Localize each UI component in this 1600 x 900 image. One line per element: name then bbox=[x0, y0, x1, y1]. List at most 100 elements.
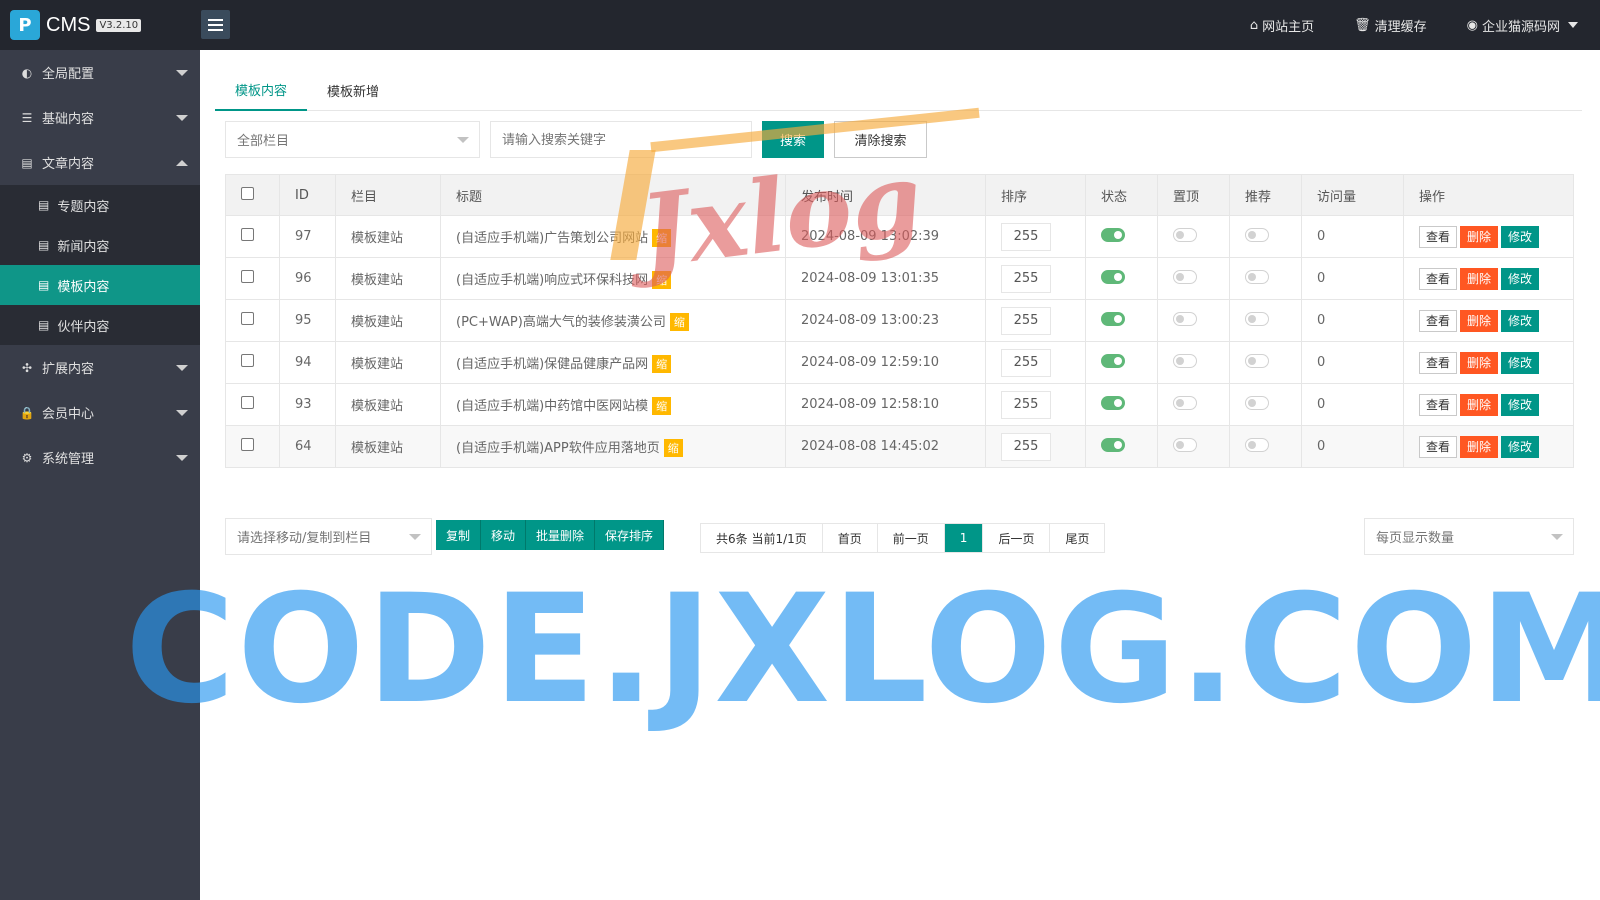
sidebar-group-basic-content[interactable]: ☰ 基础内容 bbox=[0, 95, 200, 140]
top-toggle[interactable] bbox=[1173, 395, 1197, 410]
sidebar-item-news[interactable]: ▤ 新闻内容 bbox=[0, 225, 200, 265]
select-all-checkbox[interactable] bbox=[241, 186, 254, 200]
edit-button[interactable]: 修改 bbox=[1501, 351, 1540, 374]
top-toggle[interactable] bbox=[1173, 353, 1197, 368]
logo[interactable]: P CMS V3.2.10 bbox=[10, 10, 142, 40]
page-size-select[interactable]: 每页显示数量 bbox=[1364, 518, 1574, 555]
status-toggle[interactable] bbox=[1101, 269, 1125, 284]
view-button[interactable]: 查看 bbox=[1419, 435, 1458, 458]
top-toggle[interactable] bbox=[1173, 437, 1197, 452]
sidebar-item-partner[interactable]: ▤ 伙伴内容 bbox=[0, 305, 200, 345]
chevron-down-icon bbox=[457, 137, 469, 143]
clear-search-button[interactable]: 清除搜索 bbox=[834, 121, 927, 158]
search-input[interactable] bbox=[490, 121, 752, 158]
row-checkbox[interactable] bbox=[241, 354, 254, 367]
tab-template-add[interactable]: 模板新增 bbox=[307, 70, 399, 111]
move-button[interactable]: 移动 bbox=[481, 520, 527, 550]
top-toggle[interactable] bbox=[1173, 269, 1197, 284]
sidebar-item-template[interactable]: ▤ 模板内容 bbox=[0, 265, 200, 305]
sidebar-group-global-config[interactable]: ◐ 全局配置 bbox=[0, 50, 200, 95]
pager-current[interactable]: 1 bbox=[944, 524, 984, 552]
view-button[interactable]: 查看 bbox=[1419, 267, 1458, 290]
edit-button[interactable]: 修改 bbox=[1501, 225, 1540, 248]
nav-user-menu[interactable]: ◉ 企业猫源码网 bbox=[1467, 16, 1578, 35]
sidebar-group-system[interactable]: ⚙ 系统管理 bbox=[0, 435, 200, 480]
edit-button[interactable]: 修改 bbox=[1501, 435, 1540, 458]
status-toggle[interactable] bbox=[1101, 353, 1125, 368]
row-checkbox[interactable] bbox=[241, 438, 254, 451]
col-header[interactable]: 置顶 bbox=[1157, 174, 1230, 216]
cell-top bbox=[1157, 257, 1230, 300]
cell-id: 95 bbox=[279, 299, 336, 342]
tab-template-content[interactable]: 模板内容 bbox=[215, 70, 308, 111]
category-select[interactable]: 全部栏目 bbox=[225, 121, 480, 158]
delete-button[interactable]: 删除 bbox=[1460, 435, 1499, 458]
title-text: (自适应手机端)广告策划公司网站 bbox=[456, 230, 649, 246]
row-checkbox[interactable] bbox=[241, 228, 254, 241]
pager-prev[interactable]: 前一页 bbox=[877, 524, 945, 552]
move-copy-select[interactable]: 请选择移动/复制到栏目 bbox=[225, 518, 432, 555]
cell-sort: 255 bbox=[985, 215, 1086, 258]
save-sort-button[interactable]: 保存排序 bbox=[595, 520, 665, 550]
col-header[interactable]: 访问量 bbox=[1301, 174, 1404, 216]
search-button[interactable]: 搜索 bbox=[762, 121, 824, 158]
col-header[interactable]: 栏目 bbox=[335, 174, 441, 216]
edit-button[interactable]: 修改 bbox=[1501, 267, 1540, 290]
pager-next[interactable]: 后一页 bbox=[983, 524, 1051, 552]
delete-button[interactable]: 删除 bbox=[1460, 309, 1499, 332]
edit-button[interactable]: 修改 bbox=[1501, 309, 1540, 332]
copy-button[interactable]: 复制 bbox=[436, 520, 482, 550]
tab-bar: 模板内容 模板新增 bbox=[215, 70, 1582, 111]
row-checkbox[interactable] bbox=[241, 396, 254, 409]
col-header[interactable]: 推荐 bbox=[1229, 174, 1302, 216]
sidebar-group-member[interactable]: 🔒 会员中心 bbox=[0, 390, 200, 435]
recommend-toggle[interactable] bbox=[1245, 353, 1269, 368]
col-header[interactable]: 状态 bbox=[1085, 174, 1158, 216]
sort-input[interactable]: 255 bbox=[1001, 264, 1051, 293]
pager-first[interactable]: 首页 bbox=[822, 524, 878, 552]
view-button[interactable]: 查看 bbox=[1419, 351, 1458, 374]
sort-input[interactable]: 255 bbox=[1001, 432, 1051, 461]
chevron-down-icon bbox=[176, 410, 188, 416]
recommend-toggle[interactable] bbox=[1245, 395, 1269, 410]
delete-button[interactable]: 删除 bbox=[1460, 393, 1499, 416]
recommend-toggle[interactable] bbox=[1245, 311, 1269, 326]
recommend-toggle[interactable] bbox=[1245, 437, 1269, 452]
sort-input[interactable]: 255 bbox=[1001, 390, 1051, 419]
view-button[interactable]: 查看 bbox=[1419, 393, 1458, 416]
sort-input[interactable]: 255 bbox=[1001, 222, 1051, 251]
cell-category: 模板建站 bbox=[335, 299, 441, 342]
sort-input[interactable]: 255 bbox=[1001, 306, 1051, 335]
delete-button[interactable]: 删除 bbox=[1460, 351, 1499, 374]
delete-button[interactable]: 删除 bbox=[1460, 225, 1499, 248]
cell-actions: 查看 删除 修改 bbox=[1403, 215, 1574, 258]
col-header[interactable]: 排序 bbox=[985, 174, 1086, 216]
status-toggle[interactable] bbox=[1101, 395, 1125, 410]
sidebar-group-article-content[interactable]: ▤ 文章内容 bbox=[0, 140, 200, 185]
delete-button[interactable]: 删除 bbox=[1460, 267, 1499, 290]
chevron-down-icon bbox=[176, 70, 188, 76]
status-toggle[interactable] bbox=[1101, 227, 1125, 242]
edit-button[interactable]: 修改 bbox=[1501, 393, 1540, 416]
recommend-toggle[interactable] bbox=[1245, 269, 1269, 284]
recommend-toggle[interactable] bbox=[1245, 227, 1269, 242]
status-toggle[interactable] bbox=[1101, 437, 1125, 452]
pager-last[interactable]: 尾页 bbox=[1050, 524, 1105, 552]
row-checkbox[interactable] bbox=[241, 270, 254, 283]
sidebar-item-topic[interactable]: ▤ 专题内容 bbox=[0, 185, 200, 225]
col-header[interactable]: 标题 bbox=[440, 174, 786, 216]
row-checkbox[interactable] bbox=[241, 312, 254, 325]
view-button[interactable]: 查看 bbox=[1419, 225, 1458, 248]
top-toggle[interactable] bbox=[1173, 227, 1197, 242]
sidebar-group-extension[interactable]: ✣ 扩展内容 bbox=[0, 345, 200, 390]
col-header[interactable]: ID bbox=[279, 174, 336, 216]
menu-toggle-button[interactable] bbox=[201, 10, 230, 39]
col-header[interactable]: 发布时间 bbox=[785, 174, 986, 216]
status-toggle[interactable] bbox=[1101, 311, 1125, 326]
nav-clear-cache[interactable]: 🗑 清理缓存 bbox=[1354, 16, 1427, 35]
view-button[interactable]: 查看 bbox=[1419, 309, 1458, 332]
top-toggle[interactable] bbox=[1173, 311, 1197, 326]
batch-delete-button[interactable]: 批量删除 bbox=[526, 520, 596, 550]
sort-input[interactable]: 255 bbox=[1001, 348, 1051, 377]
nav-site-home[interactable]: ⌂ 网站主页 bbox=[1250, 16, 1314, 35]
